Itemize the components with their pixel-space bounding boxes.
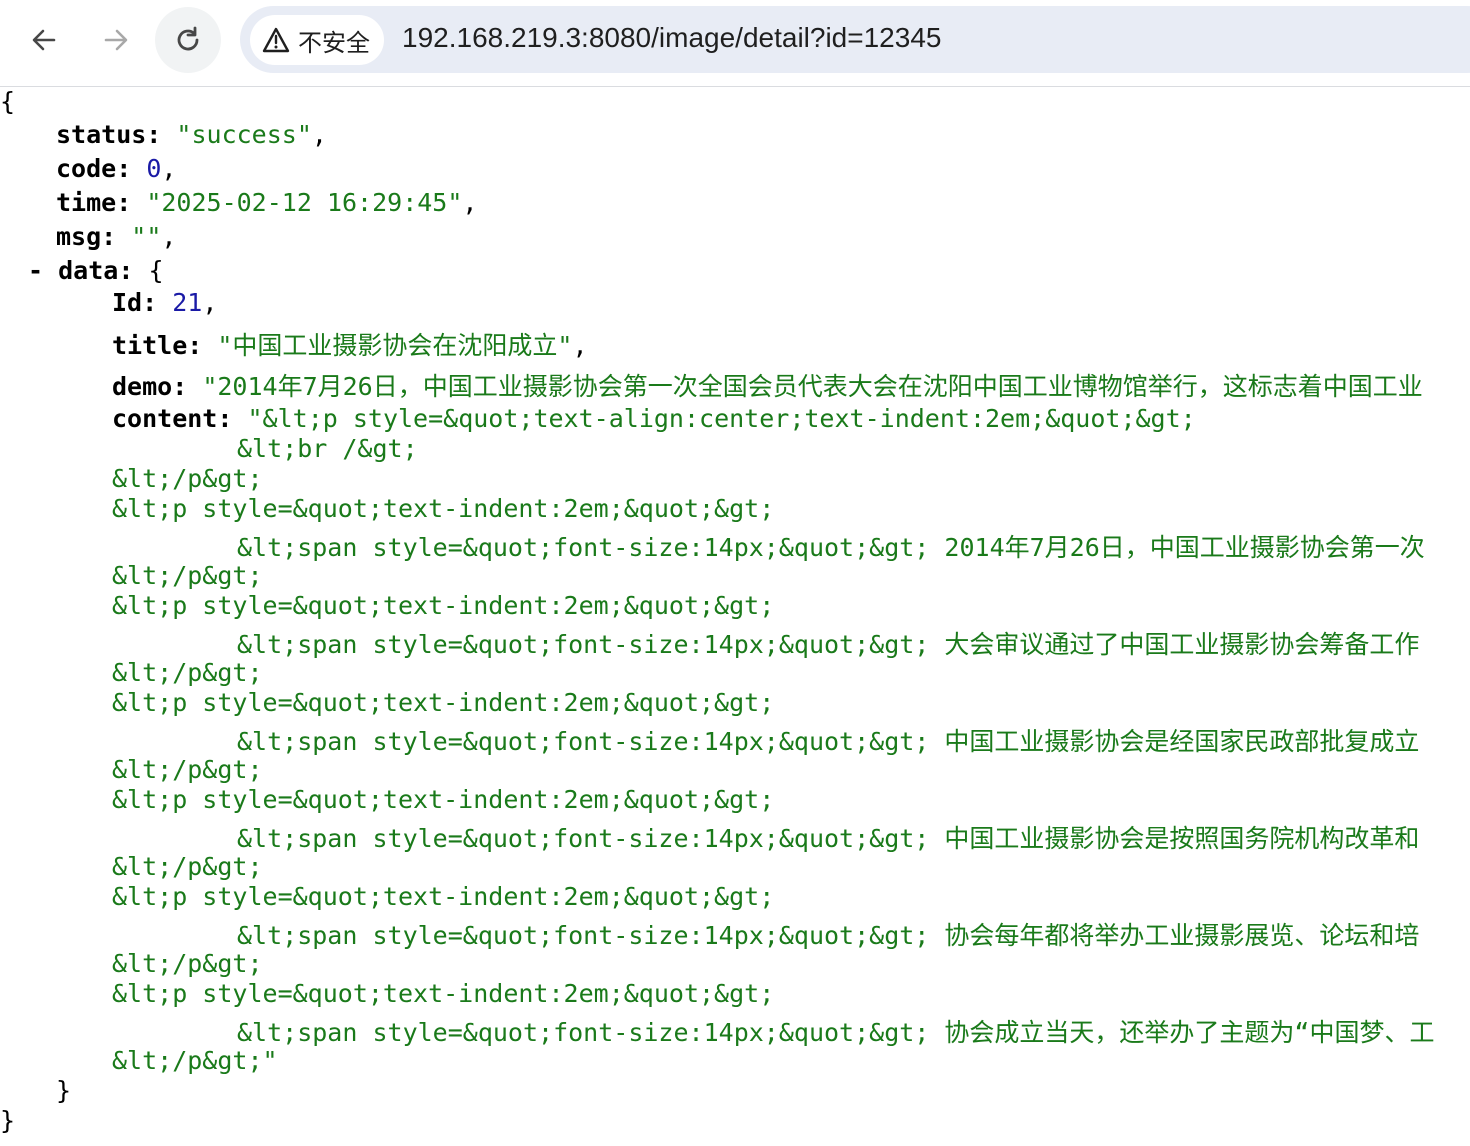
- forward-button[interactable]: [94, 18, 138, 62]
- content-line: &lt;/p&gt;: [112, 949, 263, 978]
- id-row: Id: 21,: [112, 288, 217, 317]
- data-key: data:: [58, 256, 134, 285]
- time-value: "2025-02-12 16:29:45": [146, 188, 463, 217]
- data-open-brace: {: [148, 256, 164, 285]
- content-line: &lt;p style=&quot;text-indent:2em;&quot;…: [112, 882, 775, 911]
- content-line: &lt;span style=&quot;font-size:14px;&quo…: [237, 824, 1420, 853]
- content-line: &lt;p style=&quot;text-indent:2em;&quot;…: [112, 494, 775, 523]
- time-row: time: "2025-02-12 16:29:45",: [56, 188, 477, 217]
- arrow-right-icon: [104, 29, 128, 51]
- msg-value: "": [131, 222, 162, 251]
- content-line: &lt;/p&gt;: [112, 755, 263, 784]
- comma: ,: [311, 120, 327, 149]
- content-key: content:: [112, 404, 233, 433]
- content-line: &lt;span style=&quot;font-size:14px;&quo…: [237, 921, 1420, 950]
- status-row: status: "success",: [56, 120, 327, 149]
- content-row: content: "&lt;p style=&quot;text-align:c…: [112, 404, 1196, 433]
- demo-key: demo:: [112, 372, 188, 401]
- msg-row: msg: "",: [56, 222, 176, 251]
- content-line: &lt;span style=&quot;font-size:14px;&quo…: [237, 1018, 1435, 1047]
- content-line: "&lt;p style=&quot;text-align:center;tex…: [247, 404, 1196, 433]
- json-viewer: { status: "success", code: 0, time: "202…: [0, 87, 1470, 1146]
- status-value: "success": [176, 120, 312, 149]
- warning-icon: [262, 27, 290, 53]
- content-line: &lt;span style=&quot;font-size:14px;&quo…: [237, 630, 1420, 659]
- arrow-left-icon: [32, 29, 56, 51]
- code-value: 0: [146, 154, 162, 183]
- title-key: title:: [112, 331, 203, 360]
- content-line: &lt;p style=&quot;text-indent:2em;&quot;…: [112, 979, 775, 1008]
- comma: ,: [161, 154, 177, 183]
- content-line: &lt;/p&gt;: [112, 464, 263, 493]
- title-row: title: "中国工业摄影协会在沈阳成立",: [112, 326, 588, 362]
- reload-button[interactable]: [155, 7, 221, 73]
- time-key: time:: [56, 188, 132, 217]
- root-close-brace: }: [0, 1106, 16, 1135]
- title-value: "中国工业摄影协会在沈阳成立": [217, 331, 573, 360]
- data-row: - data: {: [28, 256, 164, 285]
- content-line: &lt;span style=&quot;font-size:14px;&quo…: [237, 727, 1420, 756]
- content-line: &lt;/p&gt;: [112, 561, 263, 590]
- security-indicator[interactable]: 不安全: [250, 15, 384, 65]
- content-line: &lt;/p&gt;: [112, 852, 263, 881]
- msg-key: msg:: [56, 222, 117, 251]
- status-key: status:: [56, 120, 162, 149]
- code-row: code: 0,: [56, 154, 176, 183]
- content-line: &lt;br /&gt;: [237, 434, 418, 463]
- comma: ,: [572, 331, 588, 360]
- content-line: &lt;p style=&quot;text-indent:2em;&quot;…: [112, 785, 775, 814]
- id-key: Id:: [112, 288, 158, 317]
- demo-row: demo: "2014年7月26日，中国工业摄影协会第一次全国会员代表大会在沈阳…: [112, 367, 1423, 403]
- address-bar[interactable]: 不安全 192.168.219.3:8080/image/detail?id=1…: [240, 6, 1470, 73]
- comma: ,: [161, 222, 177, 251]
- content-line: &lt;/p&gt;: [112, 658, 263, 687]
- content-line: &lt;p style=&quot;text-indent:2em;&quot;…: [112, 591, 775, 620]
- data-close-brace: }: [56, 1076, 72, 1105]
- root-open-brace: {: [0, 87, 16, 116]
- collapse-toggle[interactable]: -: [28, 256, 43, 285]
- url-text[interactable]: 192.168.219.3:8080/image/detail?id=12345: [402, 22, 941, 54]
- content-line: &lt;/p&gt;": [112, 1046, 278, 1075]
- browser-toolbar: 不安全 192.168.219.3:8080/image/detail?id=1…: [0, 0, 1470, 87]
- content-line: &lt;p style=&quot;text-indent:2em;&quot;…: [112, 688, 775, 717]
- reload-icon: [177, 26, 199, 51]
- code-key: code:: [56, 154, 132, 183]
- demo-value: "2014年7月26日，中国工业摄影协会第一次全国会员代表大会在沈阳中国工业博物…: [202, 372, 1423, 401]
- comma: ,: [202, 288, 218, 317]
- security-label: 不安全: [298, 28, 370, 57]
- back-button[interactable]: [22, 18, 66, 62]
- comma: ,: [462, 188, 478, 217]
- content-line: &lt;span style=&quot;font-size:14px;&quo…: [237, 533, 1425, 562]
- id-value: 21: [172, 288, 203, 317]
